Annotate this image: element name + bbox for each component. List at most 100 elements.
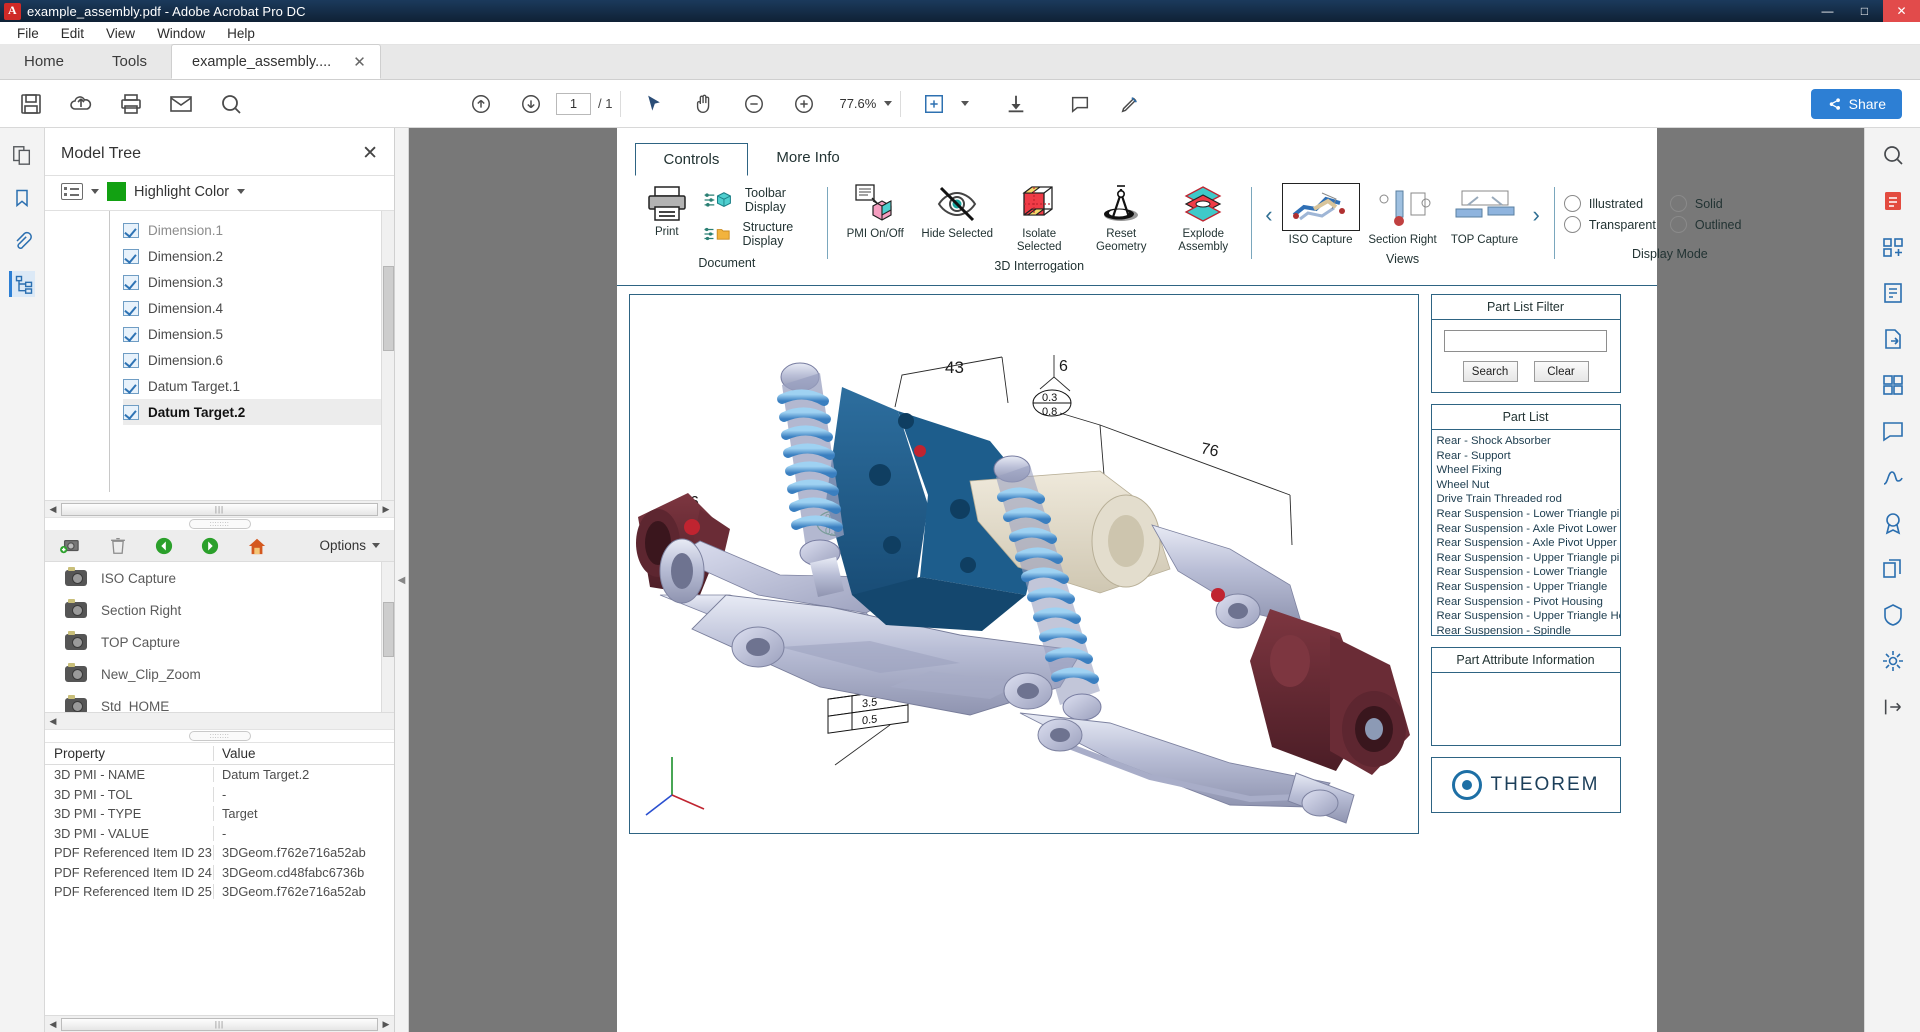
print-icon[interactable] (106, 82, 156, 126)
node-checkbox-icon[interactable] (123, 405, 139, 420)
ribbon-tab-controls[interactable]: Controls (635, 143, 749, 176)
bookmarks-icon[interactable] (9, 185, 35, 211)
radio-icon[interactable] (1564, 216, 1581, 233)
fit-page-icon[interactable] (909, 82, 959, 126)
tree-horizontal-scrollbar[interactable]: ◀ ||| ▶ (45, 500, 394, 517)
tree-node[interactable]: Dimension.3 (123, 269, 394, 295)
radio-icon[interactable] (1670, 195, 1687, 212)
share-button[interactable]: Share (1811, 89, 1902, 119)
property-row[interactable]: PDF Referenced Item ID 24 3DGeom.cd48fab… (45, 863, 394, 883)
upload-cloud-icon[interactable] (56, 82, 106, 126)
select-cursor-icon[interactable] (629, 82, 679, 126)
top-capture-thumbnail[interactable] (1446, 183, 1524, 231)
hand-tool-icon[interactable] (679, 82, 729, 126)
property-row[interactable]: 3D PMI - TOL - (45, 785, 394, 805)
part-list-item[interactable]: Rear Suspension - Lower Triangle (1437, 565, 1620, 580)
view-item[interactable]: Section Right (45, 594, 394, 626)
clear-button[interactable]: Clear (1534, 361, 1589, 382)
add-view-icon[interactable] (59, 537, 81, 555)
part-list-item[interactable]: Wheel Nut (1437, 478, 1620, 493)
page-up-icon[interactable] (456, 82, 506, 126)
tree-scroll-right-icon[interactable]: ▶ (378, 504, 394, 515)
node-checkbox-icon[interactable] (123, 275, 139, 290)
comment-icon[interactable] (1055, 82, 1105, 126)
views-scroll-left-icon[interactable]: ◀ (45, 716, 61, 727)
node-checkbox-icon[interactable] (123, 301, 139, 316)
minimize-button[interactable]: — (1809, 0, 1846, 22)
edit-pdf-icon[interactable] (1878, 278, 1908, 308)
search-button[interactable]: Search (1463, 361, 1518, 382)
hide-selected-command[interactable]: Hide Selected (919, 183, 995, 241)
top-capture-command[interactable]: TOP Capture (1447, 183, 1523, 247)
tab-tools[interactable]: Tools (88, 44, 171, 79)
property-row[interactable]: PDF Referenced Item ID 25 3DGeom.f762e71… (45, 882, 394, 902)
node-checkbox-icon[interactable] (123, 249, 139, 264)
tree-scroll-left-icon[interactable]: ◀ (45, 504, 61, 515)
create-pdf-icon[interactable] (1878, 232, 1908, 262)
property-row[interactable]: PDF Referenced Item ID 23 3DGeom.f762e71… (45, 843, 394, 863)
reset-geometry-command[interactable]: Reset Geometry (1083, 183, 1159, 254)
iso-capture-command[interactable]: ISO Capture (1283, 183, 1359, 247)
menu-window[interactable]: Window (146, 24, 216, 43)
part-list-item[interactable]: Rear - Shock Absorber (1437, 434, 1620, 449)
splitter-grip-2[interactable]: :::::::: (189, 731, 251, 741)
part-list-item[interactable]: Wheel Fixing (1437, 463, 1620, 478)
tree-view-dropdown-icon[interactable] (91, 189, 99, 194)
highlight-color-swatch[interactable] (107, 182, 126, 201)
tree-node[interactable]: Datum Target.1 (123, 373, 394, 399)
views-hscroll-track[interactable] (61, 715, 394, 728)
section-right-command[interactable]: Section Right (1365, 183, 1441, 247)
tree-scroll-thumb[interactable] (383, 266, 394, 351)
tree-node[interactable]: Dimension.2 (123, 243, 394, 269)
views-vertical-scrollbar[interactable] (381, 562, 394, 712)
model-tree-icon[interactable] (9, 271, 35, 297)
search-icon[interactable] (206, 82, 256, 126)
tab-home[interactable]: Home (0, 44, 88, 79)
view-item[interactable]: ISO Capture (45, 562, 394, 594)
property-horizontal-scrollbar[interactable]: ◀ ||| ▶ (45, 1015, 394, 1032)
views-options-button[interactable]: Options (319, 538, 380, 553)
isolate-selected-command[interactable]: Isolate Selected (1001, 183, 1077, 254)
views-prev-icon[interactable]: ‹ (1261, 202, 1276, 228)
panel-splitter-2[interactable]: :::::::: (45, 729, 394, 742)
menu-view[interactable]: View (95, 24, 146, 43)
section-right-thumbnail[interactable] (1364, 183, 1442, 231)
explode-assembly-command[interactable]: Explode Assembly (1165, 183, 1241, 254)
part-list-item[interactable]: Rear Suspension - Lower Triangle pin (1437, 507, 1620, 522)
fill-sign-icon[interactable] (1878, 462, 1908, 492)
menu-help[interactable]: Help (216, 24, 266, 43)
highlight-pen-icon[interactable] (1105, 82, 1155, 126)
menu-edit[interactable]: Edit (50, 24, 95, 43)
zoom-level-value[interactable]: 77.6% (839, 96, 876, 111)
home-view-icon[interactable] (247, 537, 267, 555)
property-scroll-left-icon[interactable]: ◀ (45, 1019, 61, 1030)
part-list-item[interactable]: Rear - Support (1437, 449, 1620, 464)
page-down-icon[interactable] (506, 82, 556, 126)
pmi-onoff-command[interactable]: PMI On/Off (837, 183, 913, 241)
collapse-left-icon[interactable]: ◀ (398, 575, 406, 586)
part-list-items[interactable]: Rear - Shock Absorber Rear - Support Whe… (1432, 430, 1620, 635)
zoom-dropdown-icon[interactable] (884, 101, 892, 106)
tree-view-options-icon[interactable] (61, 183, 83, 200)
tree-node[interactable]: Dimension.5 (123, 321, 394, 347)
display-mode-outlined[interactable]: Outlined (1670, 216, 1776, 233)
optimize-pdf-icon[interactable] (1878, 646, 1908, 676)
radio-icon[interactable] (1564, 195, 1581, 212)
tab-document[interactable]: example_assembly.... ✕ (171, 44, 381, 79)
node-checkbox-icon[interactable] (123, 223, 139, 238)
print-command[interactable]: Print (637, 183, 698, 239)
tab-close-icon[interactable]: ✕ (353, 53, 366, 71)
part-list-item[interactable]: Rear Suspension - Pivot Housing (1437, 595, 1620, 610)
splitter-grip[interactable]: :::::::: (189, 519, 251, 529)
part-list-item[interactable]: Rear Suspension - Upper Triangle pin (1437, 551, 1620, 566)
radio-icon[interactable] (1670, 216, 1687, 233)
email-icon[interactable] (156, 82, 206, 126)
zoom-out-icon[interactable] (729, 82, 779, 126)
comment-tool-icon[interactable] (1878, 416, 1908, 446)
part-list-item[interactable]: Rear Suspension - Axle Pivot Upper Pin (1437, 536, 1620, 551)
certificates-icon[interactable] (1878, 508, 1908, 538)
part-filter-input[interactable] (1444, 330, 1607, 352)
highlight-color-dropdown-icon[interactable] (237, 189, 245, 194)
display-mode-illustrated[interactable]: Illustrated (1564, 195, 1670, 212)
structure-display-command[interactable]: Structure Display (703, 217, 817, 251)
